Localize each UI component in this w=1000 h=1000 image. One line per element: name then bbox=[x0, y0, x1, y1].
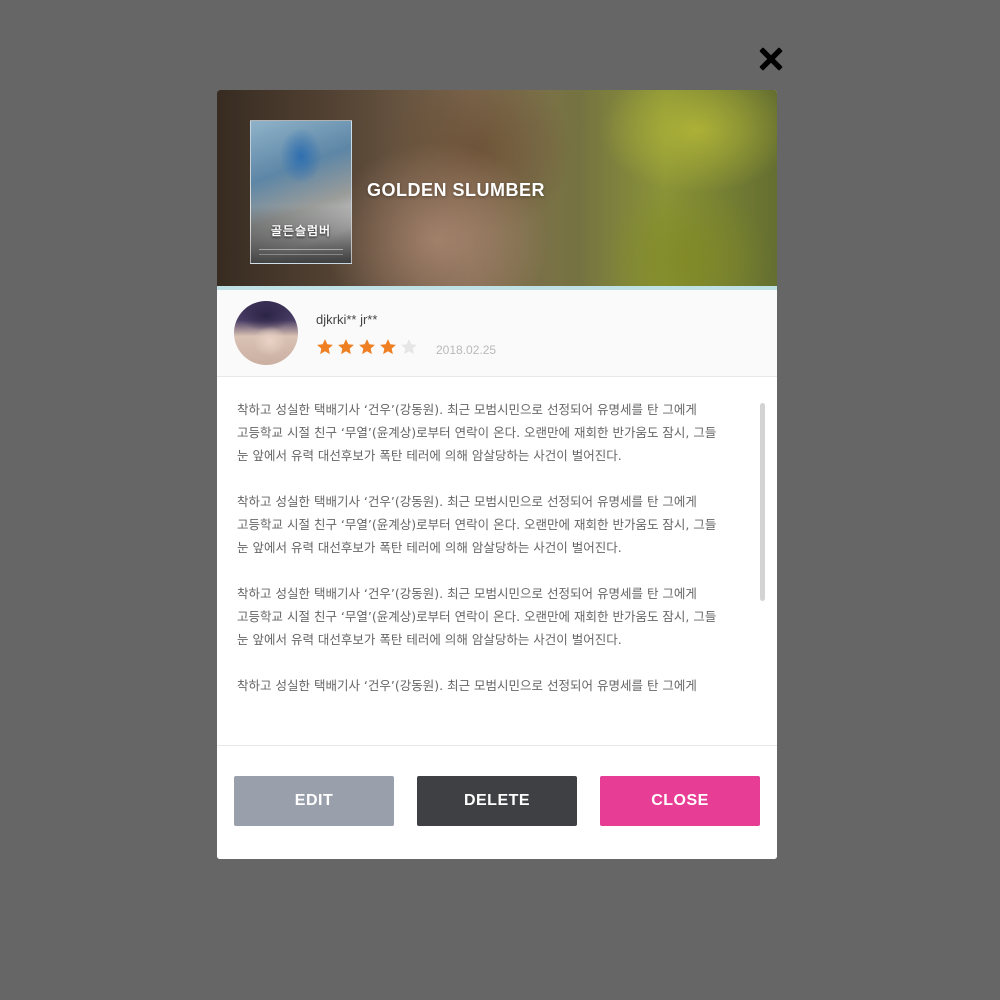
scrollbar-thumb[interactable] bbox=[760, 403, 765, 601]
edit-button[interactable]: EDIT bbox=[234, 776, 394, 826]
reviewer-info: djkrki** jr** 2018.02.25 bbox=[217, 290, 777, 377]
review-text: 착하고 성실한 택배기사 ‘건우’(강동원). 최근 모범시민으로 선정되어 유… bbox=[237, 402, 717, 693]
review-date: 2018.02.25 bbox=[436, 343, 497, 357]
star-filled-icon bbox=[317, 339, 333, 355]
star-empty-icon bbox=[401, 339, 417, 355]
star-filled-icon bbox=[359, 339, 375, 355]
poster-title: 골든슬럼버 bbox=[270, 224, 332, 238]
movie-banner: 골든슬럼버 GOLDEN SLUMBER bbox=[217, 90, 777, 286]
reviewer-name: djkrki** jr** bbox=[316, 312, 378, 327]
movie-title: GOLDEN SLUMBER bbox=[367, 180, 545, 200]
movie-poster: 골든슬럼버 bbox=[250, 120, 352, 264]
close-button[interactable]: CLOSE bbox=[600, 776, 760, 826]
avatar bbox=[234, 301, 298, 365]
scrollbar[interactable] bbox=[760, 403, 765, 603]
review-body[interactable]: 착하고 성실한 택배기사 ‘건우’(강동원). 최근 모범시민으로 선정되어 유… bbox=[217, 377, 777, 745]
delete-button[interactable]: DELETE bbox=[417, 776, 577, 826]
modal-overlay: 골든슬럼버 GOLDEN SLUMBER djkrki** jr** 2018.… bbox=[0, 0, 1000, 1000]
star-filled-icon bbox=[338, 339, 354, 355]
review-dialog: 골든슬럼버 GOLDEN SLUMBER djkrki** jr** 2018.… bbox=[217, 90, 777, 859]
close-x-icon[interactable] bbox=[757, 45, 785, 73]
dialog-footer: EDIT DELETE CLOSE bbox=[217, 745, 777, 859]
star-filled-icon bbox=[380, 339, 396, 355]
star-rating bbox=[316, 338, 418, 356]
